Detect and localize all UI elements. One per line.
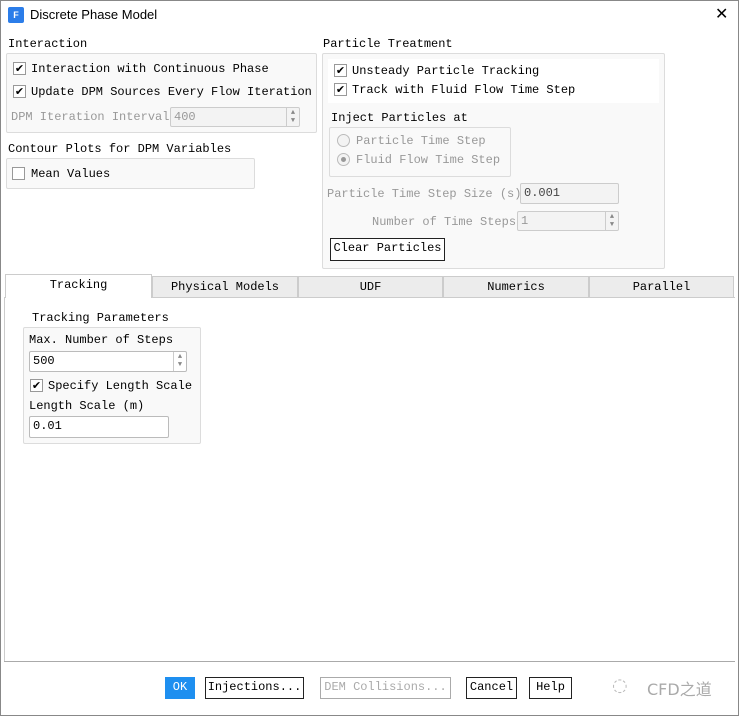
contour-label: Contour Plots for DPM Variables — [8, 142, 232, 156]
continuous-phase-checkbox[interactable]: ✔ — [13, 62, 26, 75]
iteration-interval-input[interactable]: 400 ▲ ▼ — [170, 107, 300, 127]
interaction-label: Interaction — [8, 37, 88, 51]
help-button[interactable]: Help — [529, 677, 572, 699]
num-time-steps-label: Number of Time Steps — [372, 215, 517, 229]
fluid-flow-time-step-label: Fluid Flow Time Step — [356, 153, 501, 167]
update-sources-label: Update DPM Sources Every Flow Iteration — [31, 85, 312, 99]
iteration-interval-label: DPM Iteration Interval — [11, 110, 170, 124]
iteration-interval-value: 400 — [174, 110, 196, 124]
max-steps-input[interactable]: 500 ▲ ▼ — [29, 351, 187, 372]
num-time-steps-value: 1 — [521, 214, 529, 228]
watermark: CFD之道 — [647, 680, 712, 699]
cancel-button[interactable]: Cancel — [466, 677, 517, 699]
update-sources-checkbox[interactable]: ✔ — [13, 85, 26, 98]
length-scale-input[interactable]: 0.01 — [29, 416, 169, 438]
specify-length-scale-checkbox[interactable]: ✔ — [30, 379, 43, 392]
spinner-icon[interactable]: ▲ ▼ — [173, 352, 186, 371]
max-steps-value: 500 — [33, 354, 55, 368]
particle-time-step-radio[interactable] — [337, 134, 350, 147]
tab-tracking[interactable]: Tracking — [5, 274, 152, 298]
spinner-icon[interactable]: ▲ ▼ — [286, 108, 299, 126]
inject-label: Inject Particles at — [331, 111, 468, 125]
ok-button[interactable]: OK — [165, 677, 195, 699]
app-icon: F — [8, 7, 24, 23]
fluid-flow-time-step-radio[interactable] — [337, 153, 350, 166]
injections-button[interactable]: Injections... — [205, 677, 304, 699]
wechat-icon: ◌ — [612, 675, 628, 696]
dem-collisions-button[interactable]: DEM Collisions... — [320, 677, 451, 699]
clear-particles-button[interactable]: Clear Particles — [330, 238, 445, 261]
mean-values-checkbox[interactable] — [12, 167, 25, 180]
max-steps-label: Max. Number of Steps — [29, 333, 174, 347]
length-scale-label: Length Scale (m) — [29, 399, 145, 413]
footer-divider — [4, 661, 735, 662]
tab-numerics[interactable]: Numerics — [443, 276, 589, 298]
unsteady-tracking-label: Unsteady Particle Tracking — [352, 64, 540, 78]
time-step-size-label: Particle Time Step Size (s) — [327, 187, 522, 201]
continuous-phase-label: Interaction with Continuous Phase — [31, 62, 269, 76]
specify-length-scale-label: Specify Length Scale — [48, 379, 193, 393]
close-icon[interactable]: ✕ — [715, 4, 728, 24]
tab-udf[interactable]: UDF — [298, 276, 443, 298]
num-time-steps-input[interactable]: 1 ▲ ▼ — [517, 211, 619, 231]
particle-time-step-label: Particle Time Step — [356, 134, 486, 148]
mean-values-label: Mean Values — [31, 167, 111, 181]
tab-parallel[interactable]: Parallel — [589, 276, 734, 298]
unsteady-tracking-checkbox[interactable]: ✔ — [334, 64, 347, 77]
spinner-icon[interactable]: ▲ ▼ — [605, 212, 618, 230]
tab-physical-models[interactable]: Physical Models — [152, 276, 298, 298]
track-fluid-label: Track with Fluid Flow Time Step — [352, 83, 576, 97]
window-title: Discrete Phase Model — [30, 7, 158, 22]
tracking-parameters-label: Tracking Parameters — [32, 311, 169, 325]
time-step-size-input[interactable]: 0.001 — [520, 183, 619, 204]
track-fluid-checkbox[interactable]: ✔ — [334, 83, 347, 96]
particle-treatment-label: Particle Treatment — [323, 37, 453, 51]
tab-panel-border — [4, 297, 5, 661]
